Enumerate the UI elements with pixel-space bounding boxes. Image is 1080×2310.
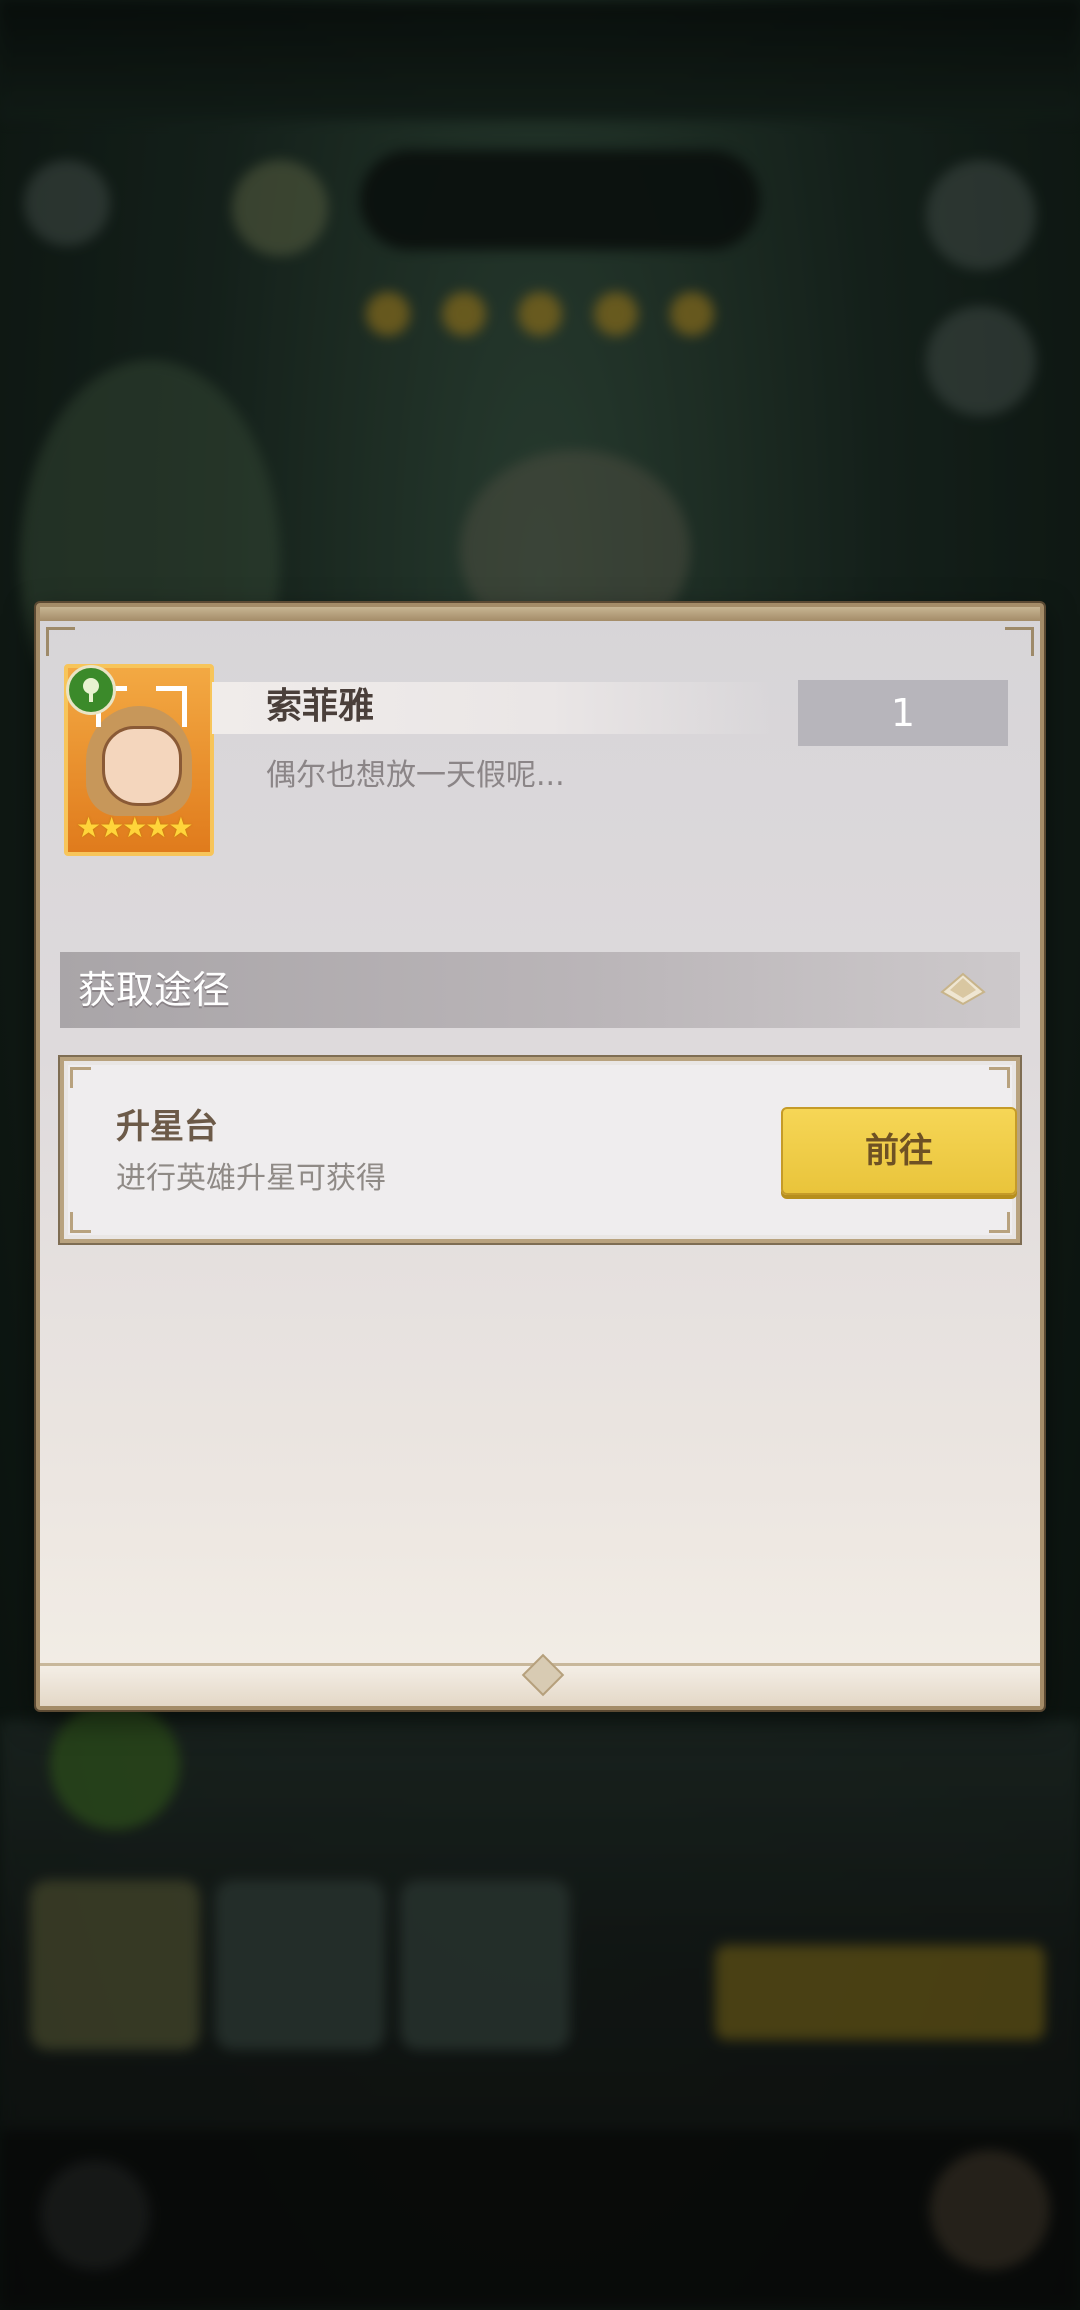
obtain-source-row: 升星台 进行英雄升星可获得 前往 <box>60 1057 1020 1243</box>
antler-icon <box>156 686 187 727</box>
obtain-section-header: 获取途径 <box>60 952 1020 1028</box>
source-description: 进行英雄升星可获得 <box>116 1161 386 1196</box>
corner-ornament-icon <box>70 1212 91 1233</box>
hero-face <box>102 726 182 806</box>
hero-count: 1 <box>798 680 1008 746</box>
hero-name: 索菲雅 <box>266 686 375 727</box>
corner-ornament-icon <box>1005 627 1034 656</box>
corner-ornament-icon <box>989 1212 1010 1233</box>
diamond-pyramid-icon <box>940 972 986 1006</box>
obtain-section-title: 获取途径 <box>78 968 231 1012</box>
source-title: 升星台 <box>116 1107 218 1147</box>
go-button[interactable]: 前往 <box>781 1107 1017 1195</box>
corner-ornament-icon <box>989 1067 1010 1088</box>
dialog-bottom-rim <box>40 1653 1040 1706</box>
star-rating: ★★★★★ <box>76 811 194 844</box>
tree-icon <box>66 665 116 715</box>
corner-ornament-icon <box>70 1067 91 1088</box>
screen: ★★★★★ 索菲雅 1 偶尔也想放一天假呢... 获取途径 升星台 进行英雄升星… <box>0 0 1080 2310</box>
item-info-dialog: ★★★★★ 索菲雅 1 偶尔也想放一天假呢... 获取途径 升星台 进行英雄升星… <box>36 603 1044 1710</box>
corner-ornament-icon <box>46 627 75 656</box>
gem-ornament-icon <box>521 1653 565 1697</box>
hero-description: 偶尔也想放一天假呢... <box>266 758 565 793</box>
dialog-top-rim <box>40 607 1040 621</box>
